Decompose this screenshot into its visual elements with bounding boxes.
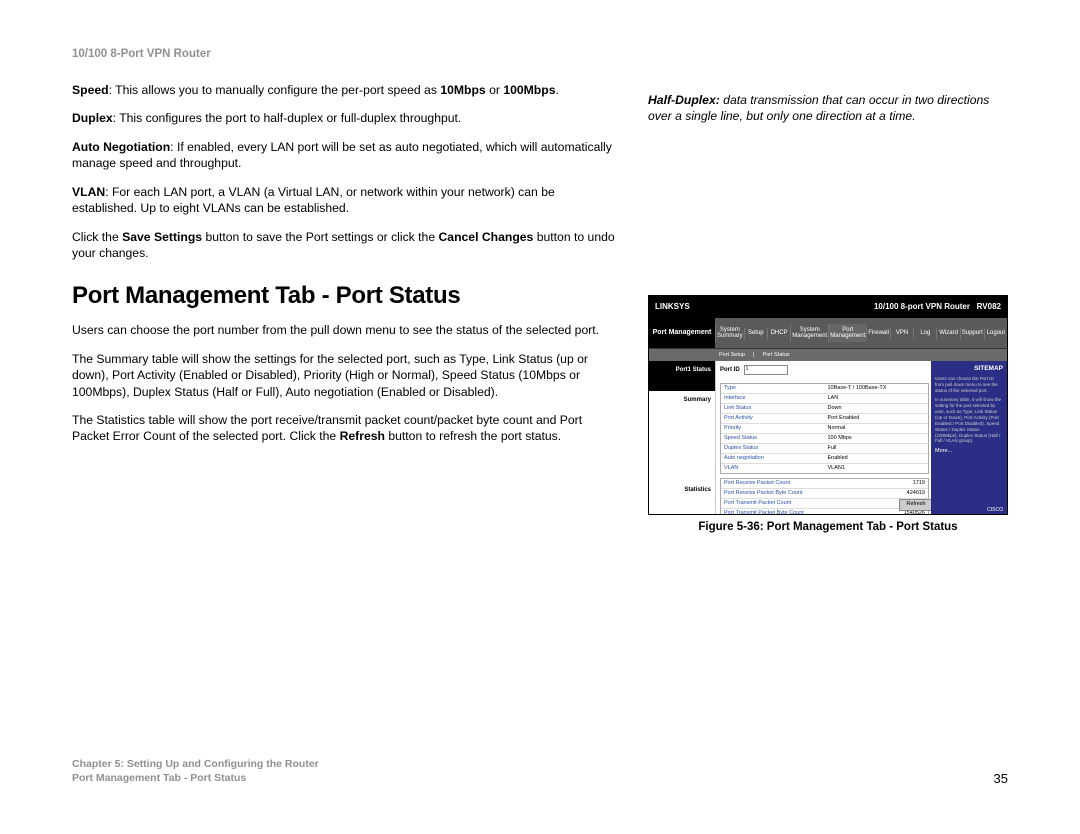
term-duplex: Duplex <box>72 111 113 125</box>
nav-logout[interactable]: Logout <box>984 327 1007 339</box>
side-column: Half-Duplex: data transmission that can … <box>648 82 1008 533</box>
text: : This allows you to manually configure … <box>109 83 441 97</box>
para-vlan: VLAN: For each LAN port, a VLAN (a Virtu… <box>72 184 618 217</box>
para-save: Click the Save Settings button to save t… <box>72 229 618 262</box>
portid-select[interactable]: 1 <box>744 365 788 375</box>
figure-caption: Figure 5-36: Port Management Tab - Port … <box>648 521 1008 533</box>
fw-label: RV082 <box>977 302 1001 311</box>
para-speed: Speed: This allows you to manually confi… <box>72 82 618 98</box>
nav-current-label: Port Management <box>649 318 715 348</box>
section-title: Port Management Tab - Port Status <box>72 280 618 312</box>
help-text-2: In summary table, it will show the setti… <box>935 397 1003 444</box>
para-duplex: Duplex: This configures the port to half… <box>72 110 618 126</box>
router-screenshot: LINKSYS 10/100 8-port VPN Router RV082 P… <box>648 295 1008 515</box>
text: button to refresh the port status. <box>385 429 561 443</box>
left-port-status: Port1 Status <box>649 361 715 391</box>
brand-logo: LINKSYS <box>655 302 690 311</box>
router-nav: Port Management System Summary Setup DHC… <box>649 318 1007 349</box>
footer-section: Port Management Tab - Port Status <box>72 771 319 786</box>
subnav-port-setup[interactable]: Port Setup <box>719 352 745 358</box>
text: . <box>555 83 558 97</box>
model-label: 10/100 8-port VPN Router <box>874 302 970 311</box>
router-help-panel: SITEMAP Users can choose the Port ID fro… <box>931 361 1007 515</box>
sitemap-link[interactable]: SITEMAP <box>935 365 1003 372</box>
figure-5-36: LINKSYS 10/100 8-port VPN Router RV082 P… <box>648 295 1008 533</box>
summary-table: Type10Base-T / 100Base-TX InterfaceLAN L… <box>720 383 929 474</box>
text: Click the <box>72 230 122 244</box>
opt-10mbps: 10Mbps <box>440 83 485 97</box>
term-vlan: VLAN <box>72 185 105 199</box>
text: or <box>486 83 504 97</box>
btn-save-settings: Save Settings <box>122 230 202 244</box>
document-header: 10/100 8-Port VPN Router <box>72 48 1008 60</box>
text: button to save the Port settings or clic… <box>202 230 438 244</box>
portid-label: Port ID <box>720 367 740 373</box>
term-speed: Speed <box>72 83 109 97</box>
btn-refresh: Refresh <box>340 429 385 443</box>
main-column: Speed: This allows you to manually confi… <box>72 82 618 457</box>
more-link[interactable]: More... <box>935 448 1003 454</box>
body-p1: Users can choose the port number from th… <box>72 322 618 338</box>
para-auto: Auto Negotiation: If enabled, every LAN … <box>72 139 618 172</box>
router-left-panel: Port1 Status Summary Statistics <box>649 361 716 515</box>
term: Half-Duplex: <box>648 93 720 107</box>
nav-dhcp[interactable]: DHCP <box>767 327 790 339</box>
text: : For each LAN port, a VLAN (a Virtual L… <box>72 185 555 215</box>
left-statistics: Statistics <box>649 481 715 511</box>
term-auto-negotiation: Auto Negotiation <box>72 140 170 154</box>
router-subnav: Port Setup | Port Status <box>649 349 1007 361</box>
left-summary: Summary <box>649 391 715 421</box>
btn-cancel-changes: Cancel Changes <box>439 230 534 244</box>
nav-wizard[interactable]: Wizard <box>936 327 959 339</box>
opt-100mbps: 100Mbps <box>503 83 555 97</box>
nav-firewall[interactable]: Firewall <box>866 327 890 339</box>
cisco-logo: CISCO <box>987 507 1003 513</box>
refresh-button[interactable]: Refresh <box>899 499 933 511</box>
body-p2: The Summary table will show the settings… <box>72 351 618 400</box>
nav-port-management[interactable]: Port Management <box>828 324 866 342</box>
body-p3: The Statistics table will show the port … <box>72 412 618 445</box>
footer-chapter: Chapter 5: Setting Up and Configuring th… <box>72 757 319 772</box>
page-number: 35 <box>994 771 1008 786</box>
subnav-port-status[interactable]: Port Status <box>762 352 789 358</box>
nav-system-management[interactable]: System Management <box>790 324 828 342</box>
nav-log[interactable]: Log <box>913 327 936 339</box>
help-text-1: Users can choose the Port ID from pull d… <box>935 376 1003 394</box>
nav-support[interactable]: Support <box>960 327 984 339</box>
nav-setup[interactable]: Setup <box>744 327 767 339</box>
glossary-half-duplex: Half-Duplex: data transmission that can … <box>648 92 1008 125</box>
nav-vpn[interactable]: VPN <box>890 327 913 339</box>
text: : This configures the port to half-duple… <box>113 111 462 125</box>
router-mid-panel: Port ID 1 Type10Base-T / 100Base-TX Inte… <box>716 361 931 515</box>
nav-system-summary[interactable]: System Summary <box>715 324 744 342</box>
statistics-table: Port Receive Packet Count1719 Port Recei… <box>720 478 929 515</box>
page-footer: Chapter 5: Setting Up and Configuring th… <box>72 757 1008 786</box>
